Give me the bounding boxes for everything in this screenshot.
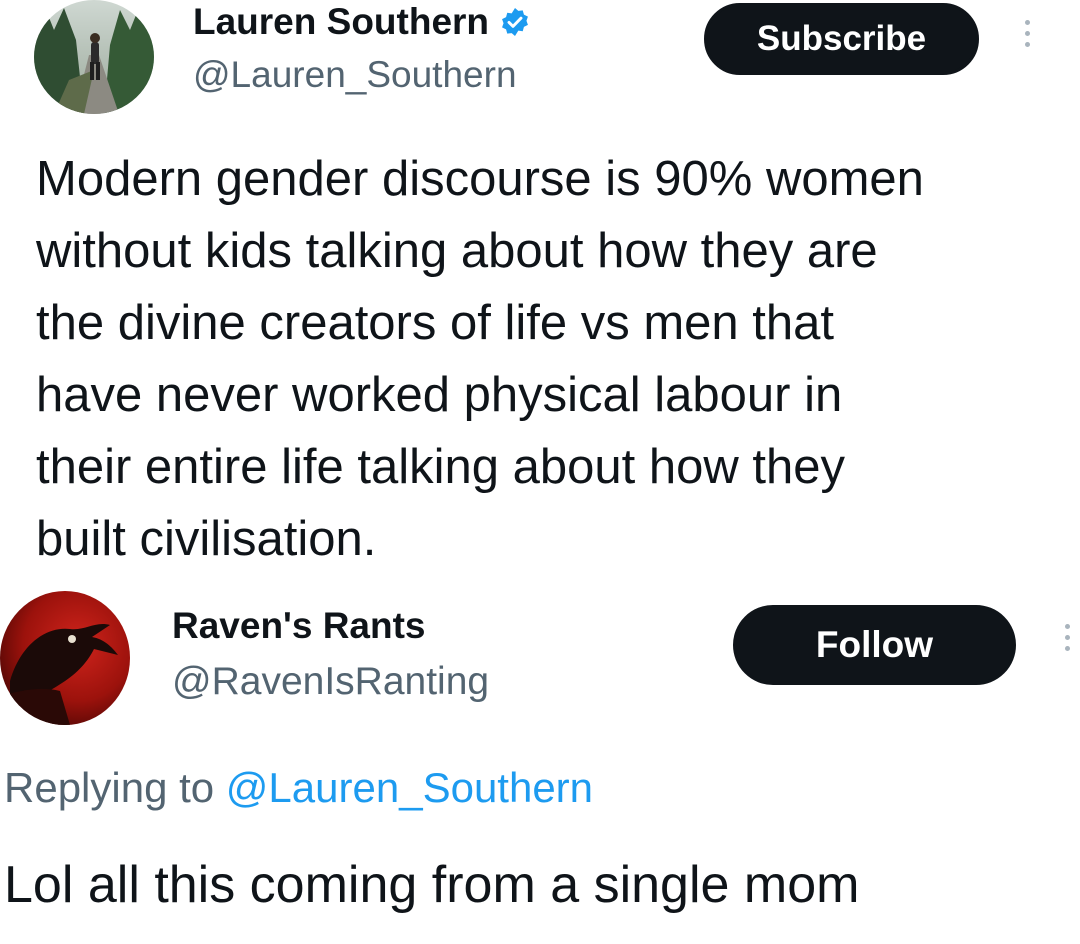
author-handle[interactable]: @Lauren_Southern — [193, 54, 517, 96]
vertical-ellipsis-icon[interactable] — [1020, 20, 1034, 47]
author-avatar[interactable] — [34, 0, 154, 114]
replying-to-line: Replying to @Lauren_Southern — [4, 764, 593, 812]
reply-author-name[interactable]: Raven's Rants — [172, 604, 426, 648]
reply-author-handle[interactable]: @RavenIsRanting — [172, 660, 489, 704]
reply-text: Lol all this coming from a single mom — [4, 856, 860, 914]
author-name[interactable]: Lauren Southern — [193, 0, 531, 44]
author-name-text[interactable]: Lauren Southern — [193, 1, 489, 43]
vertical-ellipsis-icon[interactable] — [1060, 624, 1074, 651]
subscribe-button[interactable]: Subscribe — [704, 3, 979, 75]
follow-button[interactable]: Follow — [733, 605, 1016, 685]
replying-to-prefix: Replying to — [4, 764, 215, 811]
reply-author-avatar[interactable] — [0, 591, 130, 725]
tweet-text: Modern gender discourse is 90% women wit… — [36, 152, 924, 566]
replying-to-link[interactable]: @Lauren_Southern — [226, 764, 593, 811]
verified-badge-icon — [499, 6, 531, 38]
